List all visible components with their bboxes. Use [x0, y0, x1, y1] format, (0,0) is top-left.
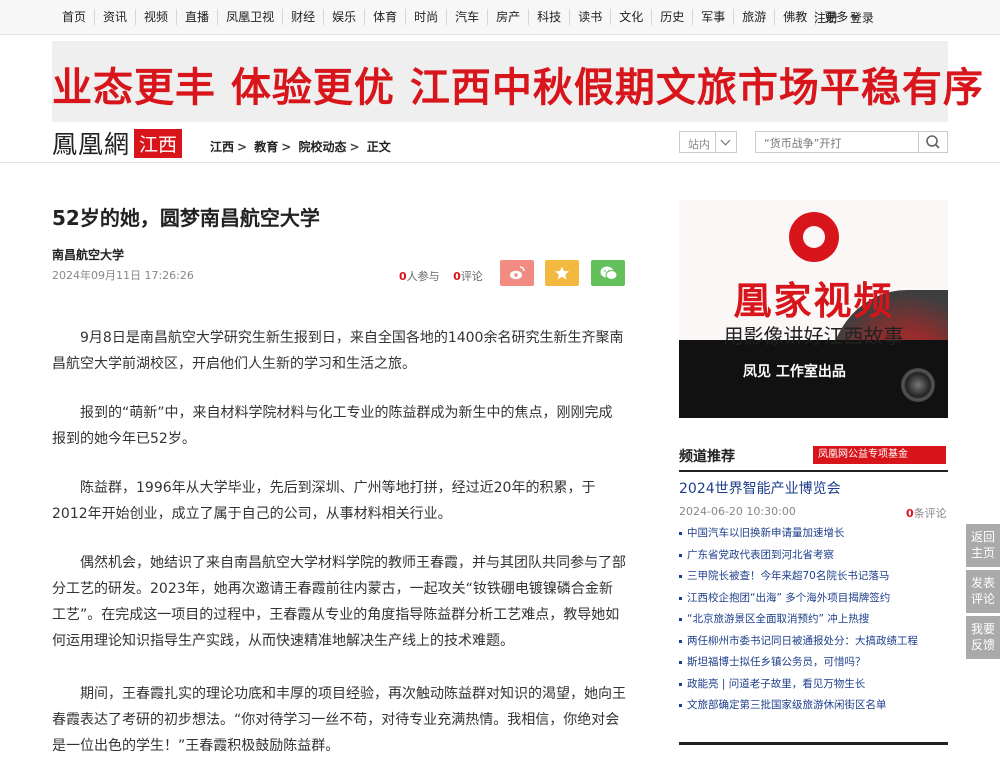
logo-region: 江西 [134, 128, 183, 158]
nav-item[interactable]: 直播 [176, 9, 217, 25]
section-title: 频道推荐 [679, 449, 735, 465]
nav-item[interactable]: 视频 [135, 9, 176, 25]
news-list-item[interactable]: 文旅部确定第三批国家级旅游休闲街区名单 [679, 695, 948, 717]
ad-footer: 凤见 工作室出品 [743, 364, 846, 380]
feedback-button[interactable]: 我要反馈 [966, 616, 1000, 659]
phoenix-logo-icon [789, 212, 839, 262]
news-list-item[interactable]: 江西校企抱团“出海” 多个海外项目揭牌签约 [679, 588, 948, 610]
search-box [755, 131, 948, 153]
search-scope-label: 站内 [688, 138, 710, 151]
search-input[interactable] [762, 134, 916, 152]
promo-banner[interactable]: 业态更丰 体验更优 江西中秋假期文旅市场平稳有序 [52, 41, 984, 122]
ad-slogan: 用影像讲好江西故事 [723, 324, 904, 348]
news-list-item[interactable]: “北京旅游景区全面取消预约” 冲上热搜 [679, 609, 948, 631]
login-link[interactable]: 登录 [850, 11, 874, 25]
article-paragraph: 偶然机会，她结识了来自南昌航空大学材料学院的教师王春霞，并与其团队共同参与了部分… [52, 555, 626, 649]
article-paragraph: 陈益群，1996年从大学毕业，先后到深圳、广州等地打拼，经过近20年的积累，于2… [52, 480, 596, 522]
article-paragraph: 期间，王春霞扎实的理论功底和丰厚的项目经验，再次触动陈益群对知识的渴望，她向王春… [52, 686, 626, 754]
site-logo[interactable]: 鳳凰網 江西 [52, 127, 183, 159]
banner-headline: 业态更丰 体验更优 江西中秋假期文旅市场平稳有序 [52, 65, 984, 111]
wechat-icon [600, 266, 618, 280]
nav-item[interactable]: 房产 [487, 9, 528, 25]
featured-news-date: 2024-06-20 10:30:00 [679, 505, 796, 518]
comments-stat[interactable]: 0评论 [453, 270, 483, 283]
nav-item[interactable]: 军事 [692, 9, 733, 25]
ad-headline: 凰家视频 [733, 279, 894, 323]
news-list-item[interactable]: 广东省党政代表团到河北省考察 [679, 545, 948, 567]
back-home-button[interactable]: 返回主页 [966, 524, 1000, 567]
article-paragraph: 9月8日是南昌航空大学研究生新生报到日，来自全国各地的1400余名研究生新生齐聚… [52, 330, 624, 372]
weibo-icon [510, 266, 525, 280]
news-list-item[interactable]: 斯坦福博士拟任乡镇公务员，可惜吗？ [679, 652, 948, 674]
nav-item[interactable]: 历史 [651, 9, 692, 25]
nav-item[interactable]: 汽车 [446, 9, 487, 25]
share-weibo-button[interactable] [500, 260, 534, 286]
search-button[interactable] [918, 132, 947, 152]
participants-stat[interactable]: 0人参与 [399, 270, 440, 283]
article-stats: 0人参与 0评论 [399, 268, 483, 284]
article-paragraph: 报到的“萌新”中，来自材料学院材料与化工专业的陈益群成为新生中的焦点，刚刚完成报… [52, 405, 613, 447]
news-list-item[interactable]: 中国汽车以旧换新申请量加速增长 [679, 523, 948, 545]
header-divider [0, 162, 1000, 163]
nav-item[interactable]: 时尚 [405, 9, 446, 25]
video-ad[interactable]: 凰家视频 用影像讲好江西故事 凤见 工作室出品 [679, 200, 948, 418]
article-source[interactable]: 南昌航空大学 [52, 246, 124, 263]
post-comment-button[interactable]: 发表评论 [966, 570, 1000, 613]
nav-item[interactable]: 凤凰卫视 [217, 9, 282, 25]
search-scope-select[interactable]: 站内 [679, 131, 737, 153]
search-icon [926, 135, 940, 149]
nav-item[interactable]: 文化 [610, 9, 651, 25]
top-nav: 首页 资讯 视频 直播 凤凰卫视 财经 娱乐 体育 时尚 汽车 房产 科技 读书 文化 历史 军事 旅游 佛教 更多… [0, 0, 1000, 35]
camera-lens-icon [901, 368, 935, 402]
favorite-button[interactable] [545, 260, 579, 286]
featured-news-comments[interactable]: 0条评论 [906, 505, 947, 521]
article-date: 2024年09月11日 17:26:26 [52, 269, 194, 282]
breadcrumb: 江西 > 教育 > 院校动态 > 正文 [210, 140, 391, 154]
nav-item[interactable]: 财经 [282, 9, 323, 25]
article-title: 52岁的她，圆梦南昌航空大学 [52, 206, 320, 230]
register-link[interactable]: 注册 [814, 11, 838, 25]
charity-fund-badge[interactable]: 凤凰网公益专项基金 [813, 446, 946, 464]
featured-news-link[interactable]: 2024世界智能产业博览会 [679, 478, 841, 498]
news-list-item[interactable]: 两任柳州市委书记同日被通报处分：大搞政绩工程 [679, 631, 948, 653]
chevron-down-icon [715, 132, 736, 152]
nav-item[interactable]: 佛教 [774, 9, 815, 25]
breadcrumb-campus-news[interactable]: 院校动态 [299, 140, 347, 154]
news-list-item[interactable]: 三甲院长被查！今年来超70名院长书记落马 [679, 566, 948, 588]
recommended-news-list: 中国汽车以旧换新申请量加速增长 广东省党政代表团到河北省考察 三甲院长被查！今年… [679, 523, 948, 717]
news-list-item[interactable]: 政能亮 | 问道老子故里，看见万物生长 [679, 674, 948, 696]
nav-item[interactable]: 旅游 [733, 9, 774, 25]
nav-item[interactable]: 体育 [364, 9, 405, 25]
star-icon [555, 266, 569, 280]
nav-item[interactable]: 娱乐 [323, 9, 364, 25]
channel-menu: 首页 资讯 视频 直播 凤凰卫视 财经 娱乐 体育 时尚 汽车 房产 科技 读书 文化 历史 军事 旅游 佛教 更多 [52, 9, 867, 25]
nav-item[interactable]: 科技 [528, 9, 569, 25]
section-rule [679, 470, 948, 472]
breadcrumb-article: 正文 [366, 140, 391, 154]
share-wechat-button[interactable] [591, 260, 625, 286]
breadcrumb-jiangxi[interactable]: 江西 [210, 140, 234, 154]
nav-item[interactable]: 读书 [569, 9, 610, 25]
next-section-rule [679, 742, 948, 745]
user-links: 注册 登录 [814, 9, 882, 26]
nav-item[interactable]: 首页 [52, 9, 94, 25]
breadcrumb-education[interactable]: 教育 [254, 140, 278, 154]
nav-item[interactable]: 资讯 [94, 9, 135, 25]
logo-ifeng: 鳳凰網 [52, 130, 131, 159]
